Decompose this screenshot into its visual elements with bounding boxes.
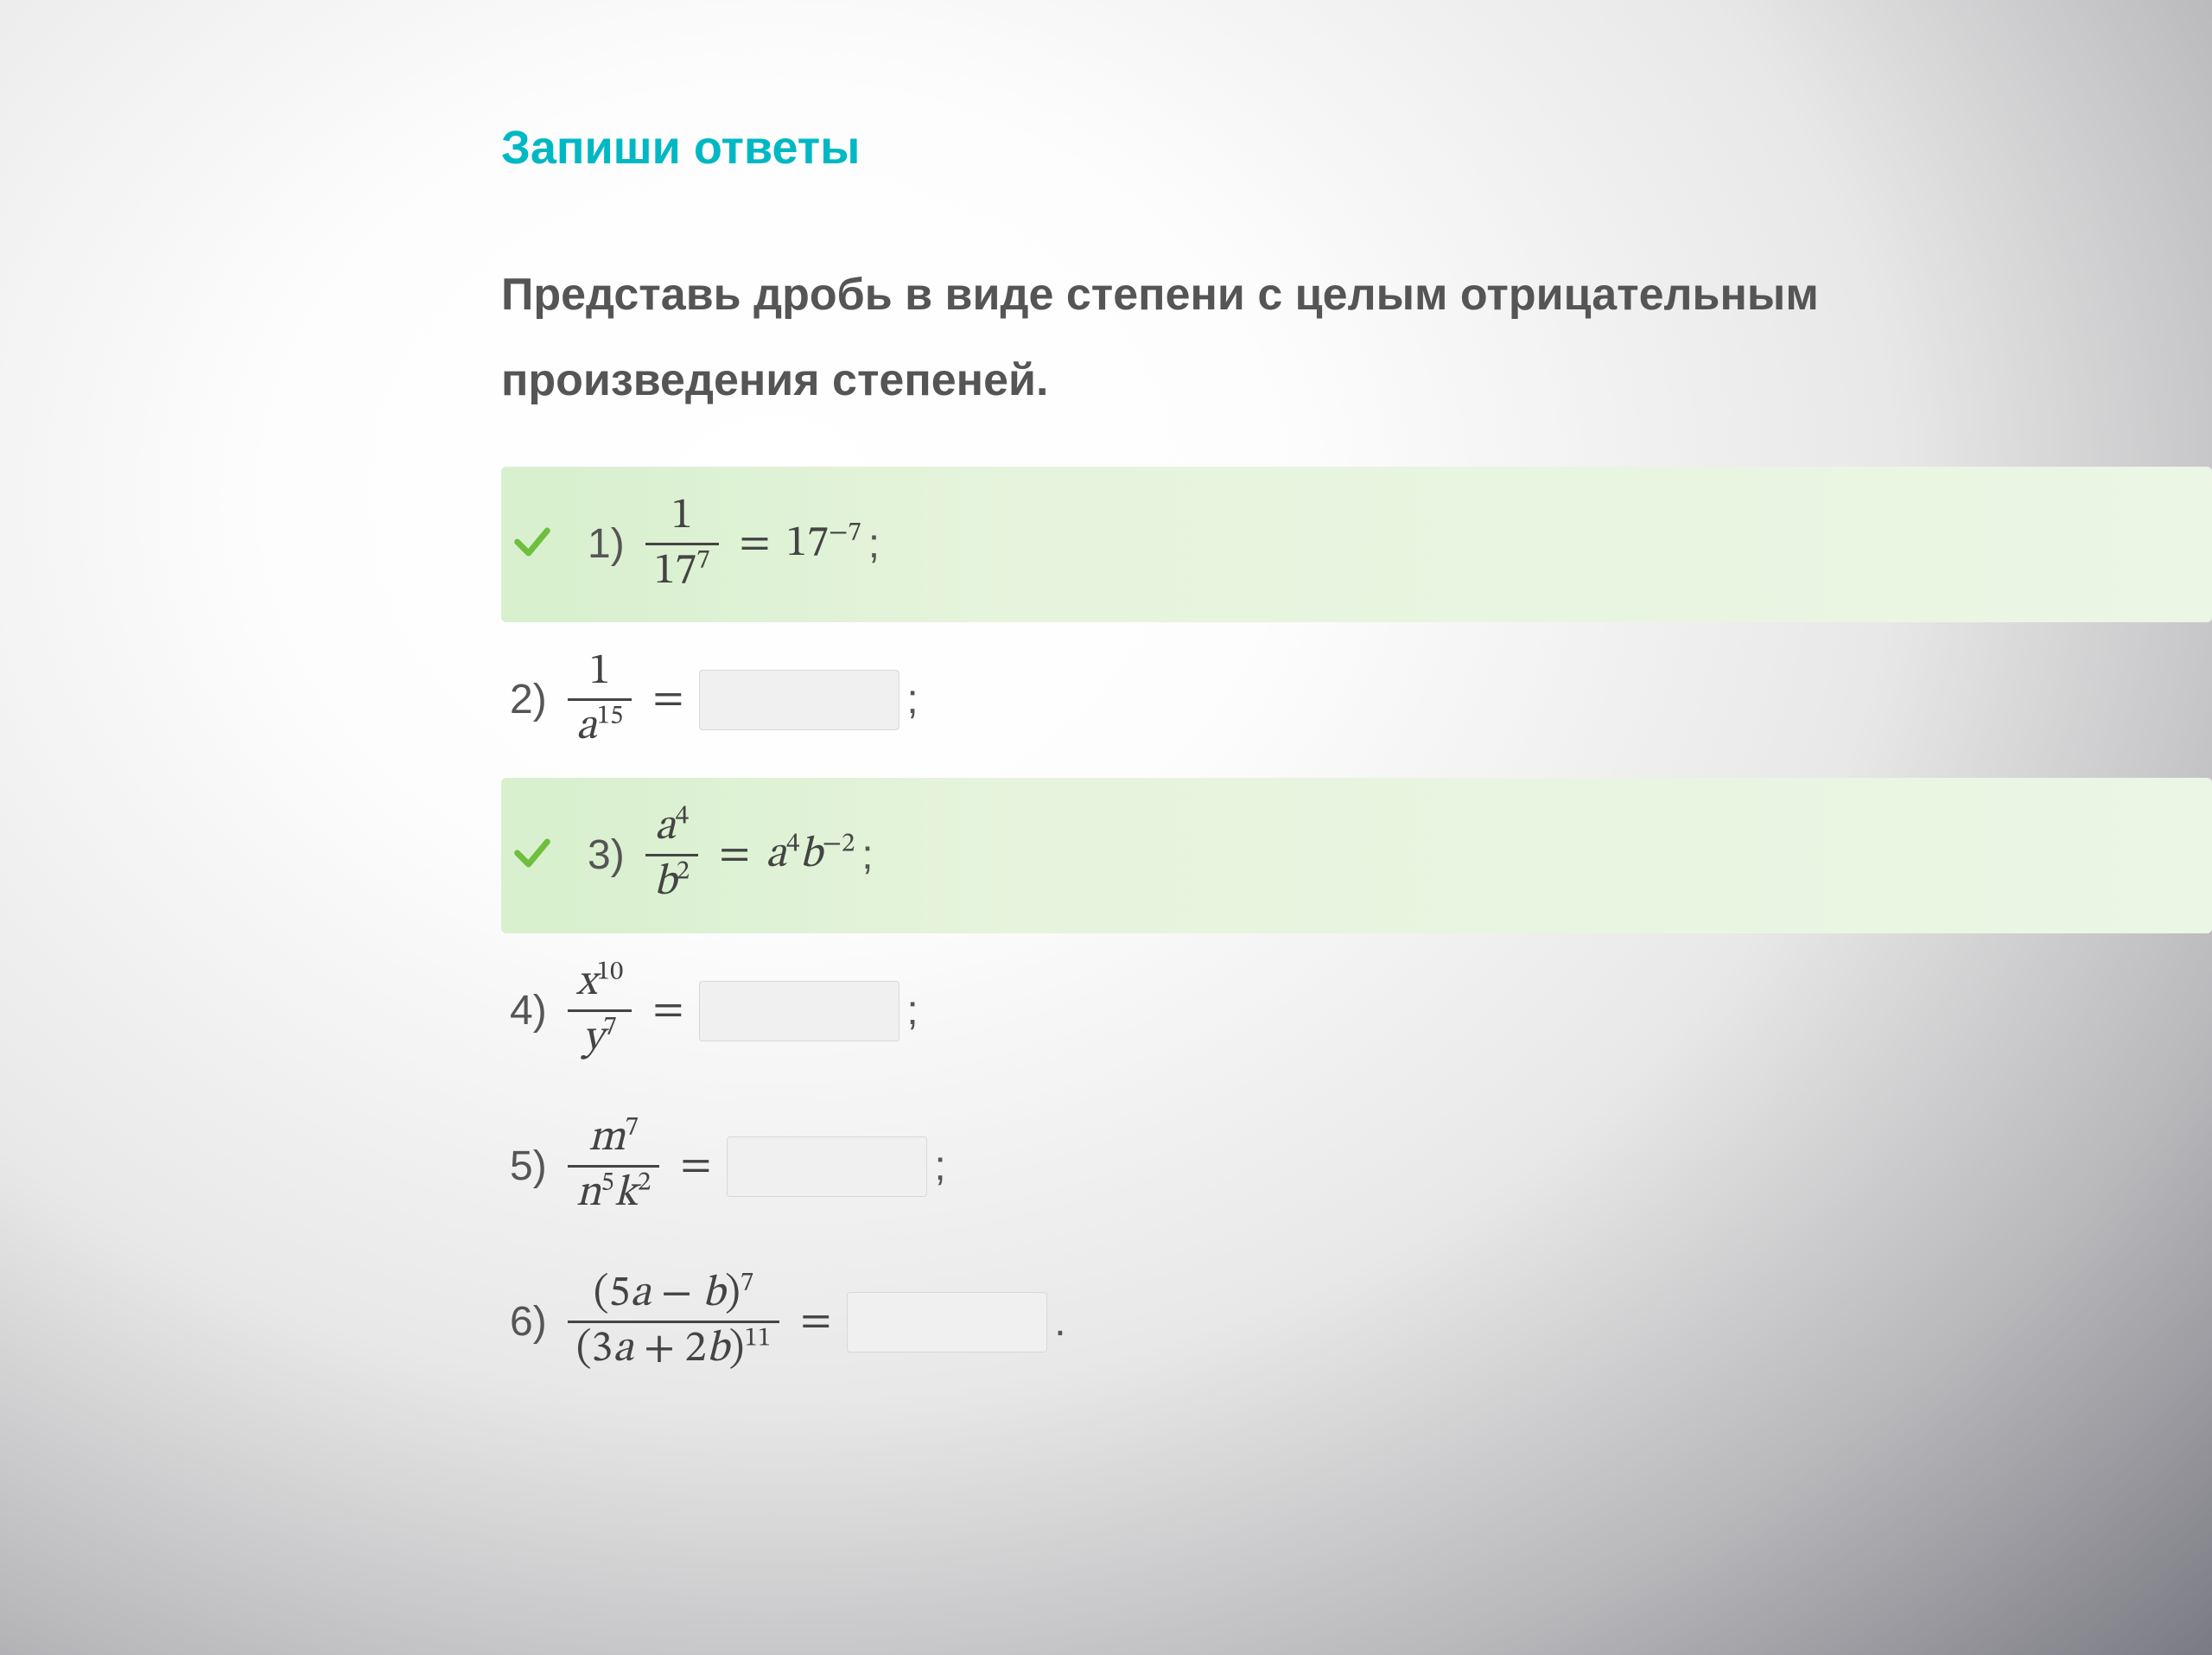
problem-row: 1) 1177 = 17−7;: [501, 467, 2212, 622]
row-punct: ;: [861, 831, 873, 879]
problem-row: 2) 1a15 =;: [501, 622, 2212, 778]
check-icon: [510, 553, 555, 568]
fraction: (5a − b)7(3a + 2b)11: [568, 1268, 780, 1377]
answer-input[interactable]: [699, 981, 899, 1041]
equals-sign: =: [652, 983, 683, 1038]
fraction-denominator: (3a + 2b)11: [568, 1323, 780, 1377]
row-punct: ;: [868, 520, 880, 568]
problem-list: 1)1177=17−7;2)1a15=;3)a4b2=a4b−2;4)x10y7…: [501, 467, 2212, 1400]
fraction: x10y7: [568, 957, 632, 1066]
fraction-denominator: a15: [568, 701, 632, 754]
problem-number: 3): [588, 831, 625, 879]
fraction-numerator: m7: [580, 1112, 647, 1166]
check-icon: [510, 864, 555, 879]
problem-expression: (5a − b)7(3a + 2b)11 =: [563, 1268, 1048, 1377]
problem-row: 6) (5a − b)7(3a + 2b)11 =.: [501, 1244, 2212, 1400]
instruction-text: Представь дробь в виде степени с целым о…: [501, 252, 2212, 423]
fraction-numerator: a4: [646, 801, 697, 855]
problem-number: 2): [510, 676, 547, 723]
problem-row: 3) a4b2 = a4b−2;: [501, 778, 2212, 933]
fraction-numerator: 1: [581, 646, 620, 699]
fraction-denominator: b2: [645, 856, 698, 910]
equals-sign: =: [800, 1295, 831, 1349]
row-punct: ;: [934, 1143, 945, 1190]
equals-sign: =: [652, 672, 683, 727]
problem-expression: 1177 = 17−7: [640, 490, 861, 599]
check-column: [510, 519, 570, 569]
fraction: 1177: [645, 490, 719, 599]
answer-input[interactable]: [727, 1136, 927, 1197]
problem-expression: 1a15 =: [563, 646, 900, 754]
fraction: 1a15: [568, 646, 632, 754]
row-punct: .: [1054, 1298, 1065, 1346]
answer-value: a4b−2: [766, 828, 855, 882]
check-column: [510, 831, 570, 880]
fraction-numerator: x10: [568, 957, 632, 1010]
fraction-denominator: 177: [645, 545, 719, 599]
problem-number: 1): [588, 520, 625, 568]
screen: Запиши ответы Представь дробь в виде сте…: [0, 0, 2212, 1655]
answer-input[interactable]: [847, 1292, 1047, 1353]
problem-expression: a4b2 = a4b−2: [640, 801, 855, 910]
page-title: Запиши ответы: [501, 121, 2212, 175]
fraction-denominator: n5k2: [568, 1168, 660, 1221]
instruction-line-2: произведения степеней.: [501, 355, 1048, 405]
answer-value: 17−7: [786, 517, 861, 571]
fraction: m7n5k2: [568, 1112, 660, 1221]
problem-number: 6): [510, 1298, 547, 1346]
fraction-numerator: (5a − b)7: [585, 1268, 762, 1321]
row-punct: ;: [906, 987, 918, 1034]
row-punct: ;: [906, 676, 918, 723]
answer-input[interactable]: [699, 670, 899, 730]
equals-sign: =: [680, 1139, 711, 1194]
exercise-content: Запиши ответы Представь дробь в виде сте…: [501, 121, 2212, 1400]
problem-row: 4) x10y7 =;: [501, 933, 2212, 1089]
equals-sign: =: [740, 517, 771, 571]
fraction: a4b2: [645, 801, 698, 910]
problem-row: 5) m7n5k2 =;: [501, 1089, 2212, 1244]
problem-number: 4): [510, 987, 547, 1034]
problem-number: 5): [510, 1143, 547, 1190]
fraction-denominator: y7: [574, 1012, 626, 1066]
problem-expression: x10y7 =: [563, 957, 900, 1066]
instruction-line-1: Представь дробь в виде степени с целым о…: [501, 270, 1819, 320]
fraction-numerator: 1: [663, 490, 702, 544]
problem-expression: m7n5k2 =: [563, 1112, 928, 1221]
equals-sign: =: [719, 828, 750, 882]
